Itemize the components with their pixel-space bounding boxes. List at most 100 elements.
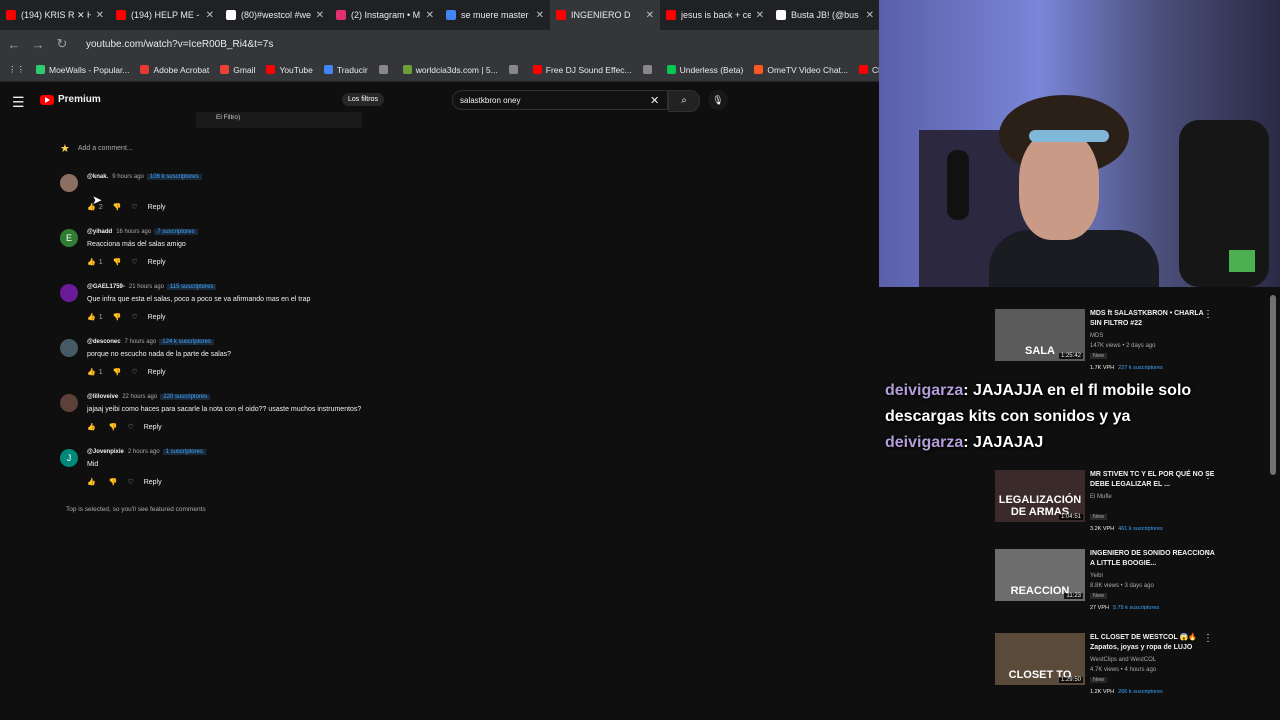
browser-tab[interactable]: (194) KRIS R ✕ H ✕ xyxy=(0,0,110,30)
comment-username[interactable]: @GAEL1759- xyxy=(87,284,125,290)
bookmark-item[interactable] xyxy=(378,65,392,74)
tab-close-icon[interactable]: ✕ xyxy=(206,10,214,21)
thumbs-down-icon[interactable]: 👎 xyxy=(113,203,122,211)
heart-icon[interactable]: ♡ xyxy=(127,478,133,486)
heart-icon[interactable]: ♡ xyxy=(127,423,133,431)
add-comment-row[interactable]: ★ Add a comment... xyxy=(60,142,133,155)
thumbs-down-icon[interactable]: 👎 xyxy=(113,313,122,321)
video-title[interactable]: MDS ft SALASTKBRON • CHARLA SIN FILTRO #… xyxy=(1090,309,1215,329)
avatar[interactable] xyxy=(60,284,78,302)
browser-tab[interactable]: (80)#westcol #we ✕ xyxy=(220,0,330,30)
clear-search-icon[interactable]: ✕ xyxy=(650,94,659,107)
more-options-icon[interactable]: ⋮ xyxy=(1203,549,1213,560)
avatar[interactable]: J xyxy=(60,449,78,467)
comment-username[interactable]: @desconec xyxy=(87,339,121,345)
heart-icon[interactable]: ♡ xyxy=(131,203,137,211)
avatar[interactable] xyxy=(60,339,78,357)
back-icon[interactable]: ← xyxy=(4,37,24,52)
tab-close-icon[interactable]: ✕ xyxy=(866,10,874,21)
recommendation-item[interactable]: LEGALIZACIÓN DE ARMAS 1:04:51 MR STIVEN TC… xyxy=(995,470,1275,548)
search-button[interactable]: ⌕ xyxy=(668,90,700,112)
channel-name[interactable]: WestClips and WestCOL xyxy=(1090,657,1156,663)
like-button[interactable]: 👍 1 xyxy=(87,368,103,376)
video-title[interactable]: EL CLOSET DE WESTCOL 😱🔥 Zapatos, joyas y… xyxy=(1090,633,1215,653)
bookmark-item[interactable]: Gmail xyxy=(220,65,255,75)
bookmark-item[interactable]: Traducir xyxy=(323,65,368,75)
comment-username[interactable]: @knak. xyxy=(87,174,108,180)
url-field[interactable]: youtube.com/watch?v=IceR00B_Ri4&t=7s xyxy=(86,39,273,50)
forward-icon[interactable]: → xyxy=(28,37,48,52)
tab-close-icon[interactable]: ✕ xyxy=(96,10,104,21)
avatar[interactable] xyxy=(60,394,78,412)
youtube-logo[interactable]: Premium xyxy=(40,94,101,105)
heart-icon[interactable]: ♡ xyxy=(131,258,137,266)
comment-text: Reacciona más del salas amigo xyxy=(87,241,186,248)
like-button[interactable]: 👍 1 xyxy=(87,258,103,266)
reload-icon[interactable]: ↻ xyxy=(52,36,72,52)
apps-grid-icon[interactable]: ⋮⋮ xyxy=(8,64,25,75)
channel-name[interactable]: El Mufle xyxy=(1090,494,1112,500)
mic-icon[interactable]: 🎙 xyxy=(708,90,728,110)
heart-icon[interactable]: ♡ xyxy=(131,368,137,376)
filter-pill[interactable]: Los filtros xyxy=(342,93,384,106)
reply-button[interactable]: Reply xyxy=(144,479,162,486)
bookmark-favicon-icon xyxy=(508,65,518,74)
search-input[interactable]: salastkbron oney xyxy=(452,90,668,110)
more-options-icon[interactable]: ⋮ xyxy=(1203,309,1213,320)
comment-username[interactable]: @lilloveive xyxy=(87,394,118,400)
thumbs-down-icon[interactable]: 👎 xyxy=(109,423,118,431)
thumbs-down-icon[interactable]: 👎 xyxy=(109,478,118,486)
browser-tab[interactable]: Busta JB! (@bus ✕ xyxy=(770,0,880,30)
thumbs-down-icon[interactable]: 👎 xyxy=(113,258,122,266)
video-thumbnail[interactable]: CLOSET TO 1:29:50 xyxy=(995,633,1085,685)
channel-name[interactable]: MDS xyxy=(1090,333,1103,339)
bookmark-item[interactable]: OmeTV Video Chat... xyxy=(754,65,848,75)
add-comment-input[interactable]: Add a comment... xyxy=(78,145,133,152)
tab-close-icon[interactable]: ✕ xyxy=(646,10,654,21)
tab-close-icon[interactable]: ✕ xyxy=(536,10,544,21)
browser-tab[interactable]: jesus is back + ce ✕ xyxy=(660,0,770,30)
comment-username[interactable]: @yihadd xyxy=(87,229,112,235)
reply-button[interactable]: Reply xyxy=(144,424,162,431)
bookmark-item[interactable] xyxy=(642,65,656,74)
browser-tab[interactable]: se muere master ✕ xyxy=(440,0,550,30)
video-thumbnail[interactable]: REACCION 11:23 xyxy=(995,549,1085,601)
browser-tab[interactable]: (2) Instagram • M ✕ xyxy=(330,0,440,30)
avatar[interactable] xyxy=(60,174,78,192)
heart-icon[interactable]: ♡ xyxy=(131,313,137,321)
thumbs-down-icon[interactable]: 👎 xyxy=(113,368,122,376)
menu-icon[interactable]: ☰ xyxy=(12,94,25,111)
more-options-icon[interactable]: ⋮ xyxy=(1203,470,1213,481)
bookmark-item[interactable]: Underless (Beta) xyxy=(666,65,743,75)
video-thumbnail[interactable]: SALA 1:25:42 xyxy=(995,309,1085,361)
browser-tab[interactable]: INGENIERO D ✕ xyxy=(550,0,660,30)
tab-close-icon[interactable]: ✕ xyxy=(756,10,764,21)
recommendation-item[interactable]: SALA 1:25:42 MDS ft SALASTKBRON • CHARLA S… xyxy=(995,309,1275,387)
reply-button[interactable]: Reply xyxy=(148,259,166,266)
more-options-icon[interactable]: ⋮ xyxy=(1203,633,1213,644)
browser-tab[interactable]: (194) HELP ME - k ✕ xyxy=(110,0,220,30)
avatar[interactable]: E xyxy=(60,229,78,247)
bookmark-item[interactable]: YouTube xyxy=(266,65,313,75)
comment-username[interactable]: @Jovenpixie xyxy=(87,449,124,455)
bookmark-item[interactable]: Adobe Acrobat xyxy=(140,65,209,75)
reply-button[interactable]: Reply xyxy=(148,314,166,321)
tab-close-icon[interactable]: ✕ xyxy=(426,10,434,21)
like-button[interactable]: 👍 1 xyxy=(87,313,103,321)
reply-button[interactable]: Reply xyxy=(148,369,166,376)
video-thumbnail[interactable]: LEGALIZACIÓN DE ARMAS 1:04:51 xyxy=(995,470,1085,522)
bookmark-item[interactable]: Free DJ Sound Effec... xyxy=(532,65,632,75)
reply-button[interactable]: Reply xyxy=(148,204,166,211)
tab-favicon-icon xyxy=(666,10,676,20)
like-button[interactable]: 👍 xyxy=(87,423,99,431)
bookmark-item[interactable] xyxy=(508,65,522,74)
video-title[interactable]: INGENIERO DE SONIDO REACCIONA A LITTLE B… xyxy=(1090,549,1215,569)
recommendation-item[interactable]: CLOSET TO 1:29:50 EL CLOSET DE WESTCOL 😱🔥 … xyxy=(995,633,1275,711)
bookmark-item[interactable]: MoeWalls - Popular... xyxy=(36,65,129,75)
video-title[interactable]: MR STIVEN TC Y EL POR QUÉ NO SE DEBE LEG… xyxy=(1090,470,1215,490)
tab-close-icon[interactable]: ✕ xyxy=(316,10,324,21)
bookmark-item[interactable]: worldcia3ds.com | 5... xyxy=(402,65,498,75)
like-button[interactable]: 👍 xyxy=(87,478,99,486)
channel-name[interactable]: Yeibi xyxy=(1090,573,1103,579)
recommendation-item[interactable]: REACCION 11:23 INGENIERO DE SONIDO REACCIO… xyxy=(995,549,1275,627)
